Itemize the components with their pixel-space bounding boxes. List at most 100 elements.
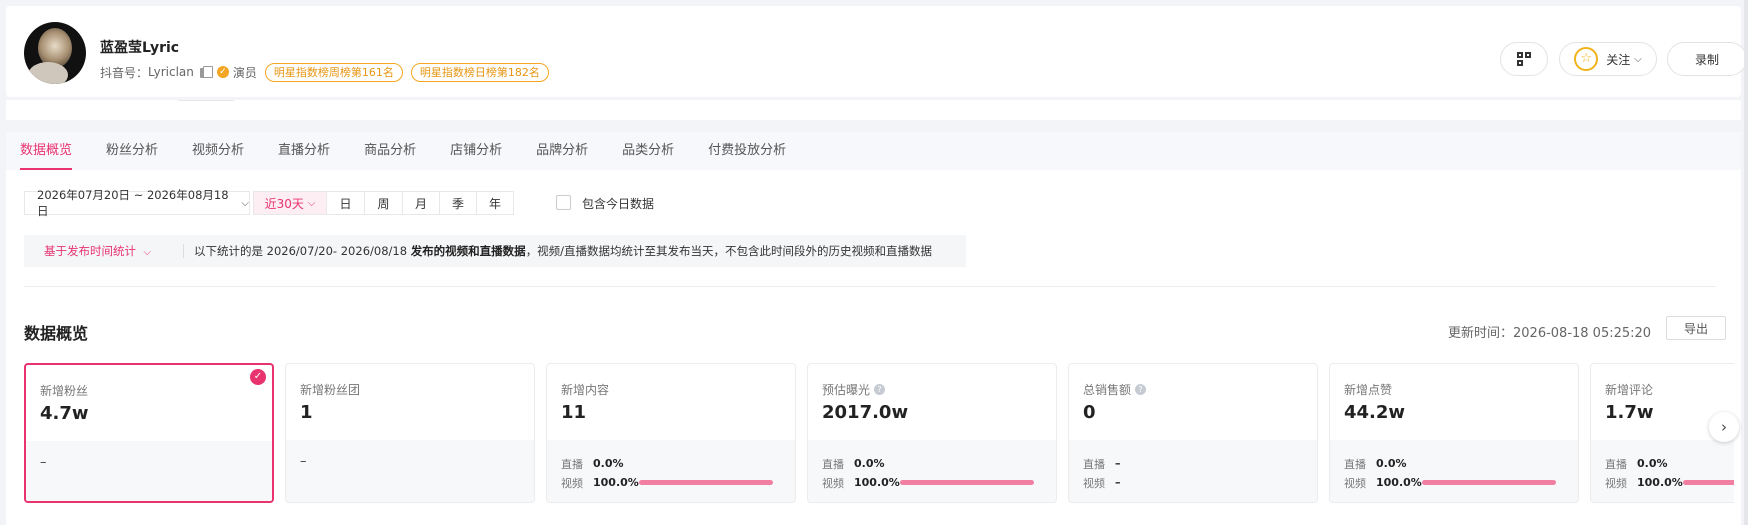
period-30d[interactable]: 近30天 ⌵	[254, 192, 326, 214]
qr-code-button[interactable]	[1500, 42, 1548, 76]
help-icon[interactable]: ?	[1135, 383, 1147, 395]
video-pct: 100.0%	[854, 476, 900, 489]
weekly-rank-badge[interactable]: 明星指数榜周榜第161名	[264, 62, 403, 82]
period-day[interactable]: 日	[326, 192, 364, 214]
video-pct: –	[1115, 476, 1121, 489]
metric-card-estimated-exposure[interactable]: 预估曝光? 2017.0w 直播 0.0% 视频 100.0%	[807, 363, 1057, 503]
avatar[interactable]	[24, 22, 86, 84]
follow-label: 关注	[1606, 52, 1631, 67]
profile-strip	[6, 100, 1741, 120]
video-share-bar	[1422, 480, 1556, 485]
metric-value: 4.7w	[40, 403, 89, 424]
scrollbar[interactable]	[1744, 0, 1748, 525]
creator-meta: 抖音号： Lyriclan ✓ 演员 明星指数榜周榜第161名 明星指数榜日榜第…	[100, 62, 549, 82]
metric-empty: –	[40, 455, 47, 470]
video-pct: 100.0%	[593, 476, 639, 489]
metric-card-total-sales[interactable]: 总销售额? 0 直播 – 视频 –	[1068, 363, 1318, 503]
metric-card-new-content[interactable]: 新增内容 11 直播 0.0% 视频 100.0%	[546, 363, 796, 503]
metric-value: 1	[300, 402, 313, 423]
tab-paid-ads[interactable]: 付费投放分析	[708, 132, 786, 170]
follow-button[interactable]: ☆ 关注 ⌵	[1559, 42, 1657, 76]
period-week[interactable]: 周	[364, 192, 402, 214]
video-share-bar	[1683, 480, 1734, 485]
metric-label: 新增内容	[561, 382, 610, 397]
live-pct: 0.0%	[854, 457, 885, 470]
period-month[interactable]: 月	[402, 192, 439, 214]
metric-value: 2017.0w	[822, 402, 909, 423]
tab-shop[interactable]: 店铺分析	[450, 132, 502, 170]
tab-video[interactable]: 视频分析	[192, 132, 244, 170]
tab-overview[interactable]: 数据概览	[20, 132, 73, 170]
divider	[24, 286, 1716, 287]
video-label: 视频	[1083, 476, 1105, 490]
chevron-right-icon[interactable]: ›	[1709, 412, 1739, 442]
qr-code-icon	[1517, 52, 1531, 66]
metric-label: 新增粉丝	[40, 383, 89, 398]
chevron-down-icon: ⌵	[241, 197, 249, 209]
verified-icon: ✓	[216, 66, 229, 78]
live-pct: 0.0%	[593, 457, 624, 470]
video-share-bar	[639, 480, 773, 485]
period-year[interactable]: 年	[476, 192, 513, 214]
video-label: 视频	[822, 476, 844, 490]
live-label: 直播	[1605, 457, 1627, 471]
metric-card-new-likes[interactable]: 新增点赞 44.2w 直播 0.0% 视频 100.0%	[1329, 363, 1579, 503]
section-title: 数据概览	[24, 324, 89, 343]
update-time: 更新时间：2026-08-18 05:25:20	[1448, 326, 1652, 341]
period-selector: 近30天 ⌵ 日 周 月 季 年	[253, 191, 514, 215]
checkmark-icon: ✓	[250, 369, 266, 385]
profile-header: 蓝盈莹Lyric 抖音号： Lyriclan ✓ 演员 明星指数榜周榜第161名…	[6, 6, 1747, 97]
role-label: 演员	[232, 65, 257, 80]
live-label: 直播	[1083, 457, 1105, 471]
live-pct: 0.0%	[1637, 457, 1668, 470]
live-pct: –	[1115, 457, 1121, 470]
metric-value: 44.2w	[1344, 402, 1406, 423]
video-label: 视频	[1605, 476, 1627, 490]
tab-goods[interactable]: 商品分析	[364, 132, 416, 170]
help-icon[interactable]: ?	[874, 383, 886, 395]
video-pct: 100.0%	[1376, 476, 1422, 489]
metric-card-new-fan-club[interactable]: 新增粉丝团 1 –	[285, 363, 535, 503]
statistics-note: 基于发布时间统计 ⌵ 以下统计的是 2026/07/20- 2026/08/18…	[24, 235, 966, 267]
video-share-bar	[900, 480, 1034, 485]
metric-label: 新增评论	[1605, 382, 1654, 397]
metric-label: 新增点赞	[1344, 382, 1393, 397]
metric-label: 预估曝光?	[822, 382, 1042, 397]
include-today-label: 包含今日数据	[582, 197, 655, 211]
live-pct: 0.0%	[1376, 457, 1407, 470]
metric-empty: –	[300, 454, 307, 469]
tab-fans[interactable]: 粉丝分析	[106, 132, 158, 170]
metric-label: 总销售额?	[1083, 382, 1303, 397]
date-range-value: 2026年07月20日 ~ 2026年08月18日	[37, 188, 229, 218]
video-pct: 100.0%	[1637, 476, 1683, 489]
metric-value: 0	[1083, 402, 1096, 423]
tab-category[interactable]: 品类分析	[622, 132, 674, 170]
date-range-picker[interactable]: 2026年07月20日 ~ 2026年08月18日 ⌵	[24, 188, 250, 218]
live-label: 直播	[822, 457, 844, 471]
stat-basis-dropdown[interactable]: 基于发布时间统计 ⌵	[24, 243, 183, 259]
metric-cards: ✓ 新增粉丝 4.7w – 新增粉丝团 1 – 新增内容 11 直播 0.0% 视…	[24, 363, 1734, 503]
analysis-tabs: 数据概览 粉丝分析 视频分析 直播分析 商品分析 店铺分析 品牌分析 品类分析 …	[6, 132, 1741, 170]
video-label: 视频	[1344, 476, 1366, 490]
record-button[interactable]: 录制	[1667, 42, 1747, 76]
overview-panel: 2026年07月20日 ~ 2026年08月18日 ⌵ 近30天 ⌵ 日 周 月…	[6, 170, 1741, 525]
period-quarter[interactable]: 季	[439, 192, 476, 214]
video-label: 视频	[561, 476, 583, 490]
douyin-id-label: 抖音号：	[100, 65, 149, 80]
metric-label: 新增粉丝团	[300, 382, 361, 397]
tab-live[interactable]: 直播分析	[278, 132, 330, 170]
chevron-down-icon: ⌵	[1634, 53, 1642, 65]
metric-card-new-fans[interactable]: ✓ 新增粉丝 4.7w –	[24, 363, 274, 503]
export-button[interactable]: 导出	[1666, 316, 1726, 340]
tab-brand[interactable]: 品牌分析	[536, 132, 588, 170]
star-icon: ☆	[1574, 47, 1599, 71]
douyin-id: Lyriclan	[148, 65, 194, 79]
copy-icon[interactable]	[199, 66, 213, 78]
creator-name: 蓝盈莹Lyric	[100, 40, 180, 56]
live-label: 直播	[1344, 457, 1366, 471]
metric-value: 11	[561, 402, 587, 423]
live-label: 直播	[561, 457, 583, 471]
include-today-checkbox[interactable]	[556, 195, 571, 210]
stat-note-text: 以下统计的是 2026/07/20- 2026/08/18 发布的视频和直播数据…	[194, 244, 933, 258]
daily-rank-badge[interactable]: 明星指数榜日榜第182名	[410, 62, 549, 82]
